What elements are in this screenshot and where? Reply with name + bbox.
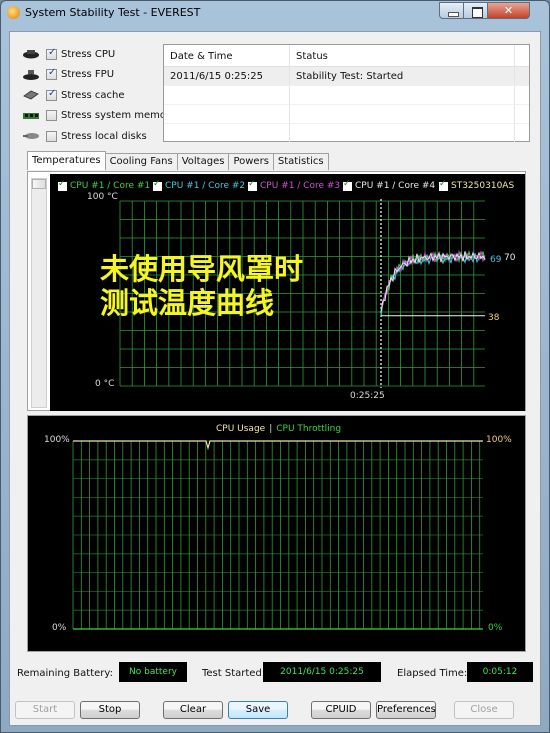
scrollbar-thumb[interactable] — [32, 179, 46, 189]
stress-options: Stress CPU Stress FPU Stress cache Stres… — [22, 44, 176, 147]
battery-value: No battery — [119, 662, 187, 682]
tab-statistics[interactable]: Statistics — [272, 153, 329, 170]
stress-option-disks[interactable]: Stress local disks — [22, 126, 176, 147]
stress-option-fpu[interactable]: Stress FPU — [22, 65, 176, 86]
minimize-button[interactable] — [439, 2, 464, 19]
stress-disks-label: Stress local disks — [61, 130, 147, 142]
y-axis-max-label: 100 °C — [87, 192, 118, 202]
log-datetime: 2011/6/15 0:25:25 — [164, 67, 290, 85]
client-area: Stress CPU Stress FPU Stress cache Stres… — [9, 31, 541, 726]
cpu-usage-plot — [72, 440, 483, 630]
elapsed-time-label: Elapsed Time: — [397, 668, 468, 679]
battery-label: Remaining Battery: — [17, 668, 113, 679]
tab-temperatures[interactable]: Temperatures — [27, 151, 106, 170]
stability-test-window: System Stability Test - EVEREST ✕ Stress… — [0, 0, 550, 733]
right-min-label: 0% — [488, 623, 503, 633]
cpu-usage-chart: CPU Usage | CPU Throttling 100% 0% 100% … — [27, 415, 526, 652]
button-bar: Start Stop Clear Save CPUID Preferences … — [10, 701, 542, 723]
legend-cpu-usage: CPU Usage — [216, 424, 266, 434]
usage-legend: CPU Usage | CPU Throttling — [216, 424, 341, 434]
stress-disks-checkbox[interactable] — [46, 130, 57, 142]
log-status: Stability Test: Started — [290, 67, 515, 85]
status-bar: Remaining Battery: No battery Test Start… — [10, 662, 542, 686]
test-started-label: Test Started: — [202, 668, 266, 679]
tab-voltages[interactable]: Voltages — [176, 153, 230, 170]
end-label-disk: 38 — [488, 313, 500, 323]
cache-icon — [23, 90, 39, 100]
stress-fpu-label: Stress FPU — [61, 69, 115, 81]
log-row-empty — [164, 105, 529, 124]
test-started-value: 2011/6/15 0:25:25 — [263, 662, 381, 682]
stress-cpu-checkbox[interactable] — [46, 47, 57, 60]
stress-option-memory[interactable]: Stress system memory — [22, 106, 176, 127]
clear-button[interactable]: Clear — [163, 701, 223, 719]
x-axis-marker-label: 0:25:25 — [350, 391, 385, 401]
log-header: Date & Time Status — [164, 45, 529, 67]
overlay-line-2: 测试温度曲线 — [100, 286, 275, 320]
maximize-button[interactable] — [463, 2, 488, 19]
save-button[interactable]: Save — [228, 701, 288, 719]
column-header-status[interactable]: Status — [290, 45, 515, 66]
series-line-2 — [380, 251, 486, 317]
legend-separator: | — [269, 424, 273, 434]
overlay-line-1: 未使用导风罩时 — [100, 252, 304, 286]
disk-drive-icon — [23, 133, 39, 140]
stress-cache-label: Stress cache — [61, 89, 125, 101]
stop-button[interactable]: Stop — [80, 701, 140, 719]
stress-option-cpu[interactable]: Stress CPU — [22, 44, 176, 65]
column-header-datetime[interactable]: Date & Time — [164, 45, 290, 66]
sensor-tabs: Temperatures Cooling Fans Voltages Power… — [27, 151, 329, 170]
title-bar[interactable]: System Stability Test - EVEREST ✕ — [1, 1, 549, 25]
y-axis-min-label: 0 °C — [95, 379, 115, 389]
close-window-button[interactable]: ✕ — [487, 2, 530, 19]
overlay-annotation: 未使用导风罩时 测试温度曲线 — [100, 252, 303, 320]
temperatures-panel: CPU #1 / Core #1 CPU #1 / Core #2 CPU #1… — [27, 171, 526, 411]
log-row-empty — [164, 86, 529, 105]
legend-cpu-throttling: CPU Throttling — [276, 424, 342, 434]
everest-flame-icon — [7, 6, 20, 19]
stress-fpu-checkbox[interactable] — [46, 67, 57, 81]
close-button[interactable]: Close — [454, 701, 514, 719]
stress-memory-label: Stress system memory — [61, 110, 177, 122]
stress-memory-checkbox[interactable] — [46, 110, 57, 122]
cpuid-button[interactable]: CPUID — [311, 701, 371, 719]
memory-module-icon — [23, 112, 39, 119]
stress-option-cache[interactable]: Stress cache — [22, 85, 176, 106]
log-row-empty — [164, 124, 529, 143]
temperature-chart: CPU #1 / Core #1 CPU #1 / Core #2 CPU #1… — [50, 174, 525, 411]
window-title: System Stability Test - EVEREST — [25, 6, 201, 19]
stress-cpu-label: Stress CPU — [61, 48, 116, 60]
left-min-label: 0% — [52, 623, 67, 633]
cpu-chip-icon — [23, 50, 39, 59]
end-label-core2: 69 — [490, 255, 502, 265]
tab-cooling-fans[interactable]: Cooling Fans — [104, 153, 178, 170]
sensor-list-scrollbar[interactable] — [31, 178, 47, 408]
preferences-button[interactable]: Preferences — [376, 701, 436, 719]
stress-cache-checkbox[interactable] — [46, 88, 57, 101]
right-max-label: 100% — [486, 435, 512, 445]
start-button[interactable]: Start — [15, 701, 75, 719]
left-max-label: 100% — [44, 435, 70, 445]
end-label-core4: 70 — [504, 253, 516, 263]
elapsed-time-value: 0:05:12 — [467, 662, 533, 682]
log-row[interactable]: 2011/6/15 0:25:25 Stability Test: Starte… — [164, 67, 529, 86]
event-log-table[interactable]: Date & Time Status 2011/6/15 0:25:25 Sta… — [163, 44, 530, 143]
fpu-chip-icon — [23, 69, 39, 80]
tab-powers[interactable]: Powers — [228, 153, 274, 170]
